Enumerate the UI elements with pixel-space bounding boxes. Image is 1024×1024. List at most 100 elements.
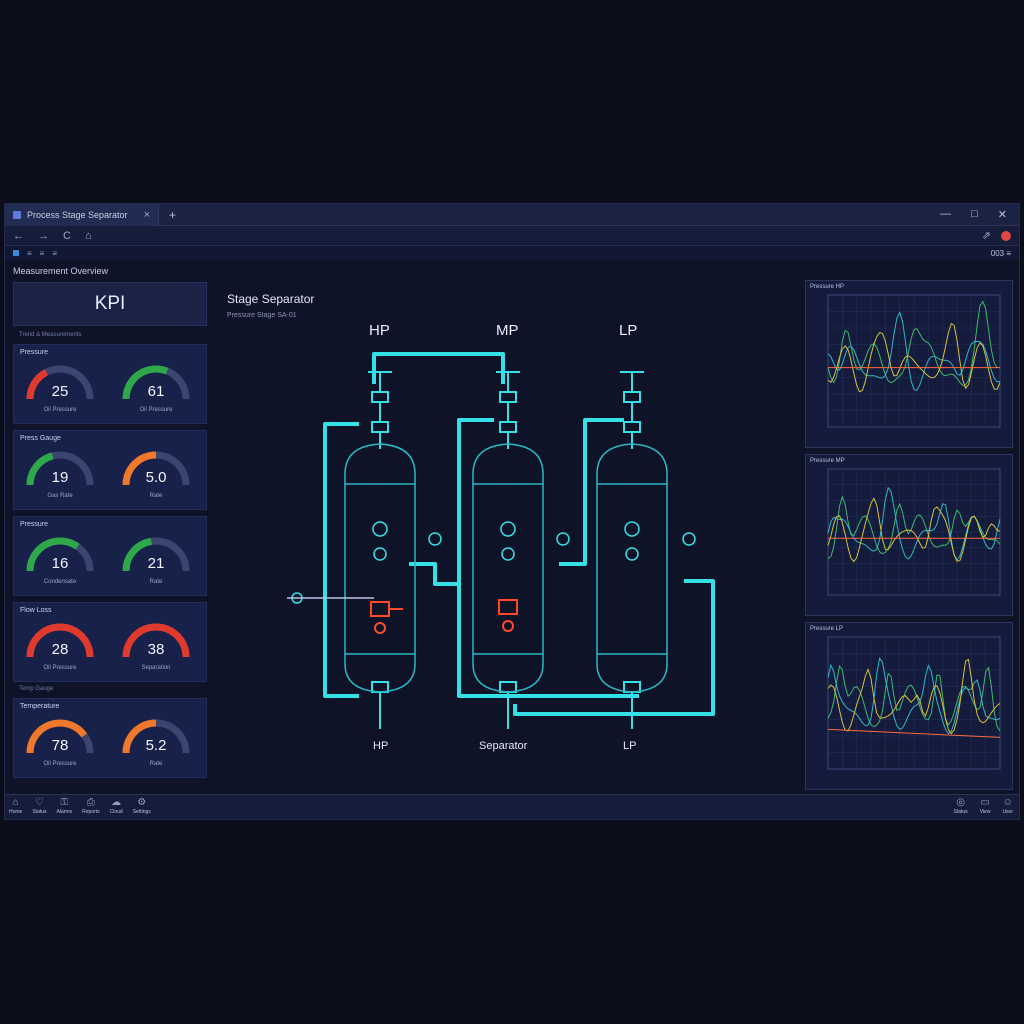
- vessel-mp: [472, 443, 544, 693]
- process-pipes: [323, 352, 715, 716]
- status-bar-item[interactable]: ☁ Cloud: [110, 797, 123, 815]
- status-bar-label: Settings: [132, 809, 151, 815]
- separator-vessels: [344, 443, 668, 693]
- kpi-group: Flow Loss 28 Oil Pressure 38 Separation: [13, 602, 207, 682]
- back-icon[interactable]: ←: [13, 230, 24, 242]
- status-bar-label: User: [1002, 809, 1013, 815]
- status-bar-item[interactable]: ⚙ Settings: [133, 797, 151, 815]
- kpi-gauge: 28 Oil Pressure: [20, 617, 100, 679]
- status-bar-item[interactable]: ◎ Status: [954, 797, 968, 815]
- browser-tab[interactable]: Process Stage Separator ×: [5, 204, 159, 226]
- kpi-subheading: Trend & Measurements: [19, 332, 82, 338]
- kpi-gauge: 61 Oil Pressure: [116, 359, 196, 421]
- status-bar-icon: ⚿: [60, 797, 69, 808]
- minimize-icon[interactable]: —: [940, 208, 951, 221]
- kpi-group-label: Pressure: [20, 349, 49, 356]
- status-bar-label: Cloud: [109, 809, 123, 815]
- diagram-title: Stage Separator: [227, 292, 315, 306]
- gauge-caption: Condensate: [43, 579, 77, 585]
- status-bar-item[interactable]: ⌂ Home: [9, 797, 22, 815]
- diagram-subtitle: Pressure Stage SA-01: [227, 312, 297, 319]
- vessel-hp: [344, 443, 416, 693]
- bookmarks-right-label: 003 ≡: [990, 248, 1011, 258]
- kpi-gauge: 78 Oil Pressure: [20, 713, 100, 775]
- status-bar-left: ⌂ Home ♡ Status ⚿ Alarms ⎙ Reports ☁ Cloud ⚙ Settin…: [9, 797, 151, 815]
- status-bar-item[interactable]: ⚿ Alarms: [57, 797, 73, 815]
- instrument-gauges: [291, 521, 696, 604]
- forward-icon[interactable]: →: [38, 230, 49, 242]
- status-bar-label: Status: [953, 809, 968, 815]
- vessel-lp: [596, 443, 668, 693]
- kpi-gauge: 5.2 Rate: [116, 713, 196, 775]
- trend-grid: [827, 636, 1001, 770]
- browser-titlebar: Process Stage Separator × + — □ ✕: [5, 204, 1019, 226]
- gauge-value: 5.0: [145, 469, 167, 486]
- status-bar-icon: ▭: [980, 797, 990, 808]
- status-bar-item[interactable]: ⎙ Reports: [82, 797, 100, 815]
- gauge-caption: Separation: [141, 665, 171, 671]
- gauge-caption: Rate: [149, 761, 163, 767]
- status-bar-label: Alarms: [56, 809, 73, 815]
- trend-chart: [827, 636, 1001, 770]
- status-bar-label: View: [979, 809, 991, 815]
- app-title: Measurement Overview: [13, 266, 109, 276]
- pipe-hp-outlet: [409, 562, 459, 586]
- app-content: Measurement Overview KPI Trend & Measure…: [5, 260, 1019, 794]
- gauge-value: 61: [147, 383, 165, 400]
- gauge-value: 28: [51, 641, 69, 658]
- navbar-right: ⇗: [982, 229, 1011, 242]
- status-bar-item[interactable]: ♡ Status: [32, 797, 46, 815]
- home-icon[interactable]: ⌂: [85, 230, 92, 242]
- alarm-components: [370, 599, 518, 634]
- gauge-value: 25: [51, 383, 69, 400]
- kpi-group-label: Flow Loss: [20, 607, 52, 614]
- pipe-hp-mp-top: [372, 352, 505, 384]
- stage-label-mp: MP: [496, 322, 519, 339]
- status-bar-icon: ⎙: [86, 797, 95, 808]
- gauge-caption: Rate: [149, 579, 163, 585]
- bottom-label-hp: HP: [373, 740, 389, 752]
- separator-diagram: [287, 352, 715, 729]
- trend-panel-hp: Pressure HP: [805, 280, 1013, 448]
- gauge-caption: Gas Rate: [47, 493, 73, 499]
- stage-label-hp: HP: [369, 322, 390, 339]
- pipe-hp-loop: [323, 422, 359, 698]
- gauge-value: 78: [51, 737, 69, 754]
- status-bar-icon: ☺: [1002, 797, 1013, 808]
- navigation-bar: ← → C ⌂ ⇗: [5, 226, 1019, 246]
- bookmark-item[interactable]: ≡: [52, 249, 57, 258]
- bookmark-app-icon[interactable]: [13, 250, 19, 256]
- kpi-panel: KPI Trend & Measurements Pressure 25 Oil P…: [13, 282, 207, 784]
- kpi-group-note: Temp Gauge: [19, 686, 54, 692]
- status-bar-item[interactable]: ☺ User: [1002, 797, 1013, 815]
- browser-window: Process Stage Separator × + — □ ✕ ← → C …: [4, 203, 1020, 820]
- record-icon[interactable]: [1001, 230, 1011, 241]
- share-icon[interactable]: ⇗: [982, 229, 991, 242]
- gauge-value: 5.2: [145, 737, 167, 754]
- kpi-group: Pressure 25 Oil Pressure 61 Oil Pressure: [13, 344, 207, 424]
- kpi-group-label: Press Gauge: [20, 435, 61, 442]
- kpi-gauge: 21 Rate: [116, 531, 196, 593]
- status-bar-icon: ◎: [956, 797, 965, 808]
- bookmarks-bar: ≡ ≡ ≡ 003 ≡: [5, 246, 1019, 260]
- bottom-label-separator: Separator: [479, 740, 528, 752]
- reload-icon[interactable]: C: [63, 230, 71, 242]
- gauge-value: 19: [51, 469, 69, 486]
- status-bar-label: Reports: [82, 809, 100, 815]
- kpi-group-label: Temperature: [20, 703, 60, 710]
- bookmark-item[interactable]: ≡: [40, 249, 45, 258]
- favicon-icon: [13, 210, 21, 219]
- kpi-heading: KPI: [13, 282, 207, 326]
- tab-close-icon[interactable]: ×: [144, 209, 150, 221]
- kpi-groups: Pressure 25 Oil Pressure 61 Oil Pressure Pres…: [13, 344, 207, 778]
- status-bar-icon: ♡: [34, 797, 44, 808]
- maximize-icon[interactable]: □: [971, 208, 978, 221]
- trend-panel-mp: Pressure MP: [805, 454, 1013, 616]
- stage-label-lp: LP: [619, 322, 638, 339]
- gauge-value: 16: [51, 555, 69, 572]
- new-tab-button[interactable]: +: [169, 208, 176, 222]
- status-bar-item[interactable]: ▭ View: [980, 797, 991, 815]
- close-window-icon[interactable]: ✕: [998, 208, 1007, 221]
- kpi-gauge: 19 Gas Rate: [20, 445, 100, 507]
- bookmark-item[interactable]: ≡: [27, 249, 32, 258]
